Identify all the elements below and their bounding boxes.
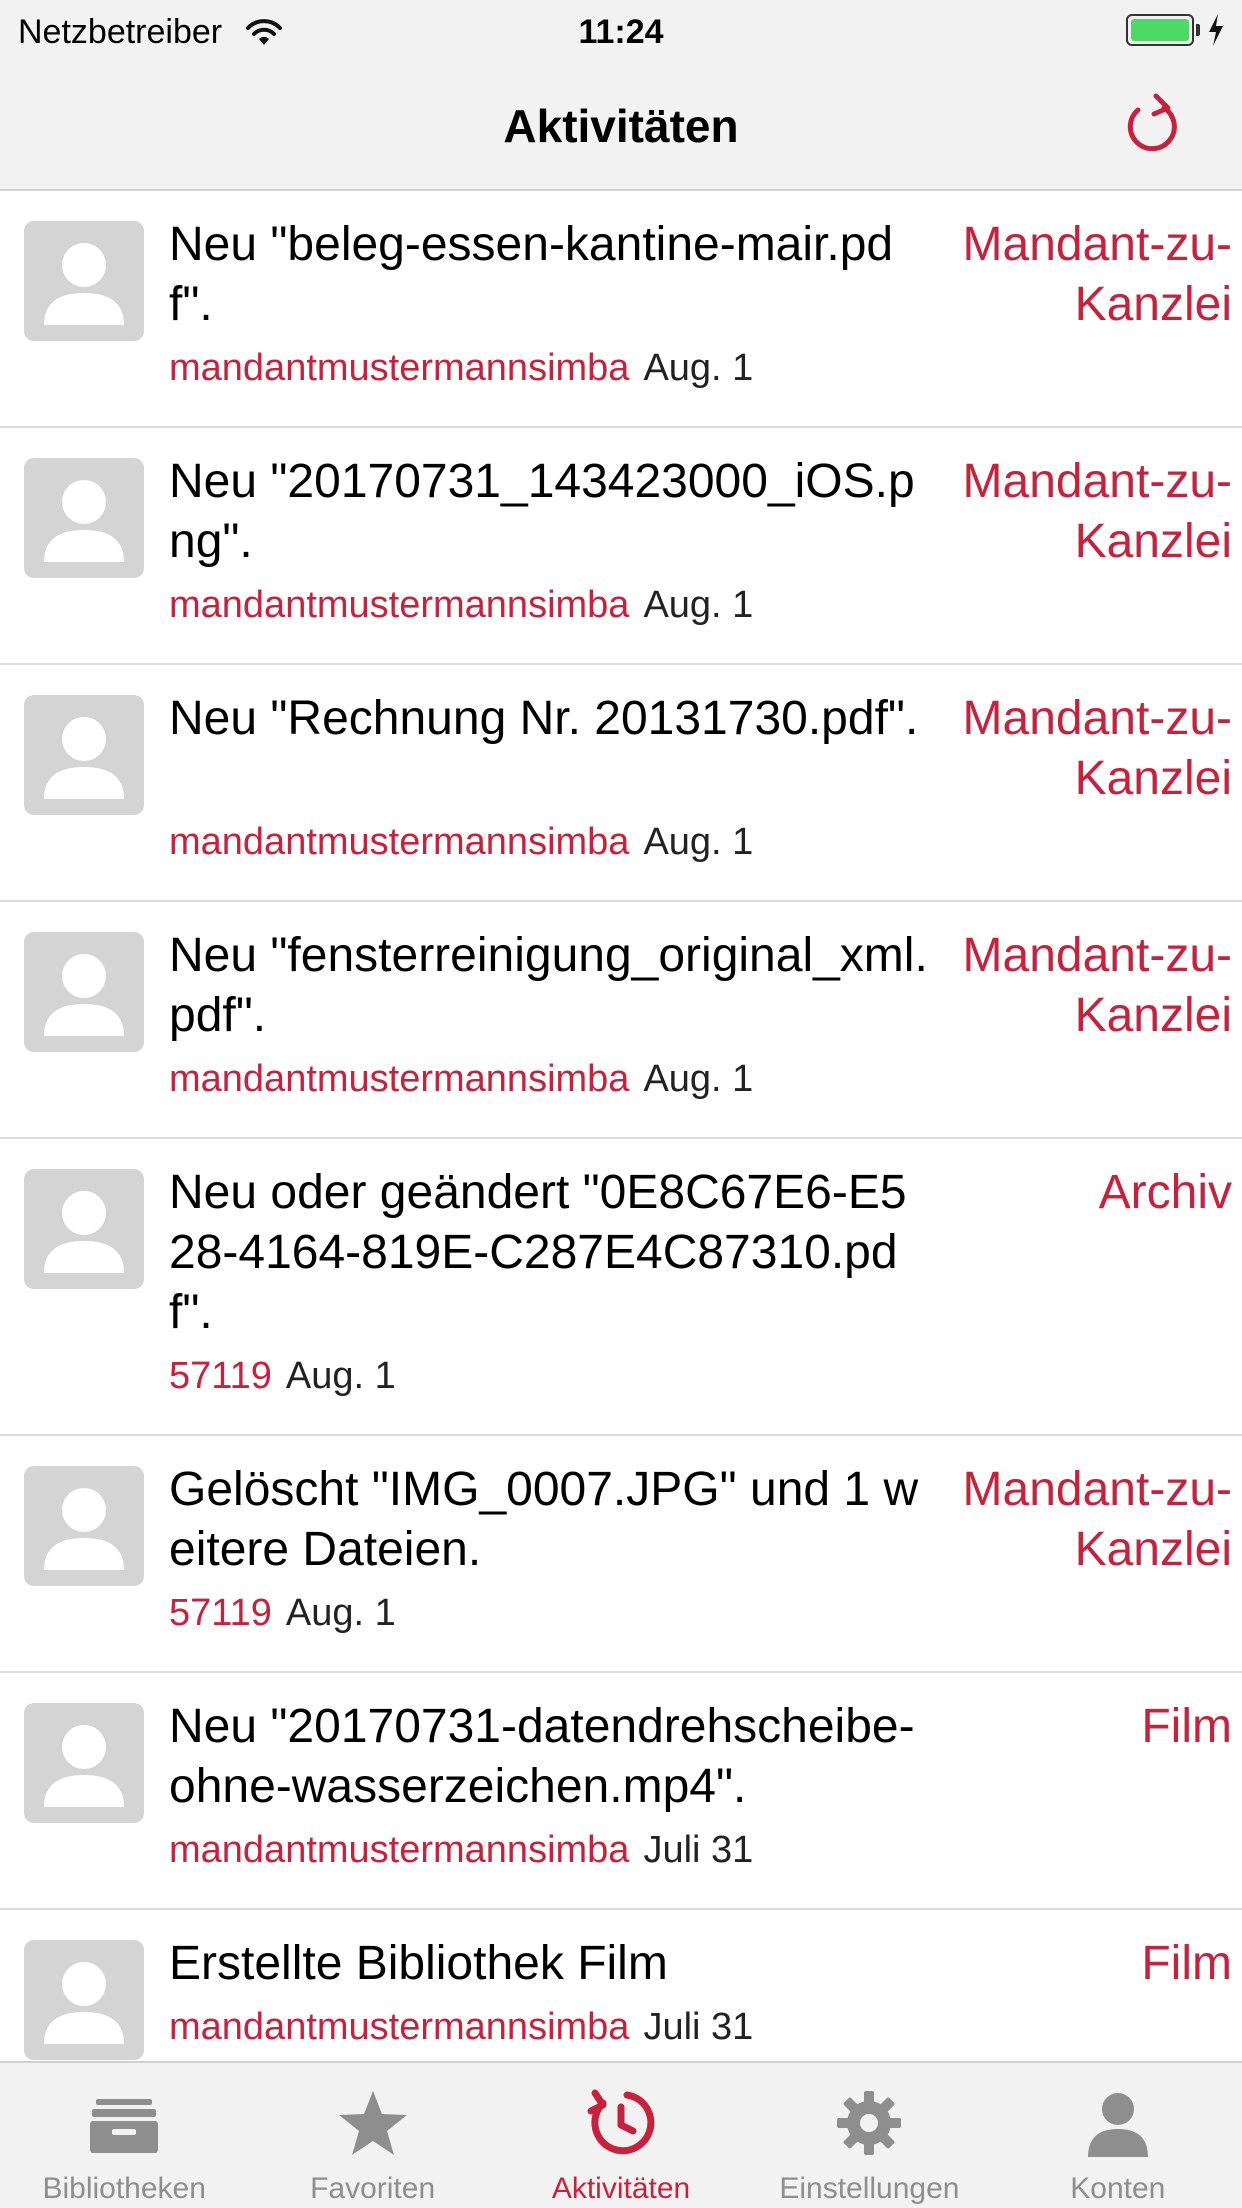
gear-icon — [837, 2091, 902, 2155]
activity-library: Mandant-zu-Kanzlei — [962, 692, 1232, 805]
avatar-icon — [24, 695, 144, 815]
activity-date: Aug. 1 — [285, 1592, 396, 1634]
activity-date: Aug. 1 — [285, 1355, 396, 1397]
library-icon — [90, 2099, 159, 2153]
tab-label: Aktivitäten — [551, 2172, 691, 2205]
activity-date: Juli 31 — [643, 1829, 754, 1871]
battery-icon — [1126, 14, 1194, 46]
activity-row[interactable]: Neu "Rechnung Nr. 20131730.pdf". mandantm… — [0, 665, 1242, 902]
battery-tip — [1196, 24, 1200, 36]
tab-label: Bibliotheken — [42, 2172, 206, 2205]
activity-date: Aug. 1 — [643, 821, 754, 863]
activity-meta: mandantmustermannsimba Aug. 1 — [169, 817, 753, 867]
activity-row[interactable]: Neu "20170731_143423000_iOS.png".mandant… — [0, 428, 1242, 665]
activity-user: mandantmustermannsimba — [169, 821, 630, 863]
tab-aktivitaeten[interactable]: Aktivitäten — [497, 2063, 745, 2208]
avatar-icon — [24, 221, 144, 341]
activity-user: mandantmustermannsimba — [169, 1829, 630, 1871]
activity-title: Neu "20170731_143423000_iOS.png". — [169, 455, 915, 568]
activity-list[interactable]: Neu "beleg-essen-kantine-mair.pdf". manda… — [0, 191, 1242, 2061]
activity-user: mandantmustermannsimba — [169, 2006, 630, 2048]
page-title: Aktivitäten — [503, 100, 739, 152]
refresh-icon[interactable] — [1116, 90, 1186, 160]
activity-date: Juli 31 — [643, 2006, 754, 2048]
activity-date: Aug. 1 — [643, 584, 754, 626]
avatar-icon — [24, 1703, 144, 1823]
activity-title: Gelöscht "IMG_0007.JPG" und 1 weitere Da… — [169, 1463, 919, 1576]
activity-user: 57119 — [169, 1355, 272, 1397]
activity-meta: mandantmustermannsimba Aug. 1 — [169, 1054, 753, 1104]
activity-user: mandantmustermannsimba — [169, 1058, 630, 1100]
activity-date: Aug. 1 — [643, 347, 754, 389]
activity-row[interactable]: Gelöscht "IMG_0007.JPG" und 1 weitere Da… — [0, 1436, 1242, 1673]
avatar-icon — [24, 932, 144, 1052]
activity-library: Archiv — [1098, 1166, 1232, 1219]
activity-title: Neu "beleg-essen-kantine-mair.pdf". — [169, 218, 894, 331]
avatar-icon — [24, 1169, 144, 1289]
activity-user: mandantmustermannsimba — [169, 584, 630, 626]
activity-meta: mandantmustermannsimba Aug. 1 — [169, 580, 753, 630]
battery-level — [1131, 19, 1189, 41]
activity-meta: mandantmustermannsimba Juli 31 — [169, 1825, 753, 1875]
activity-date: Aug. 1 — [643, 1058, 754, 1100]
activity-title: Neu "20170731-datendrehscheibe-ohne-wass… — [169, 1700, 915, 1813]
activity-icon — [587, 2089, 655, 2155]
avatar-icon — [24, 1940, 144, 2060]
activity-library: Mandant-zu-Kanzlei — [962, 929, 1232, 1042]
tab-label: Einstellungen — [779, 2172, 960, 2205]
account-icon — [1087, 2093, 1148, 2157]
star-icon — [338, 2091, 407, 2155]
activity-library: Mandant-zu-Kanzlei — [962, 1463, 1232, 1576]
tab-konten[interactable]: Konten — [994, 2063, 1242, 2208]
tab-bar: Bibliotheken Favoriten Aktivitäten Einst… — [0, 2061, 1242, 2208]
activity-row[interactable]: Neu "20170731-datendrehscheibe-ohne-wass… — [0, 1673, 1242, 1910]
activity-user: 57119 — [169, 1592, 272, 1634]
activity-meta: mandantmustermannsimba Aug. 1 — [169, 343, 753, 393]
tab-einstellungen[interactable]: Einstellungen — [745, 2063, 993, 2208]
tab-label: Konten — [1070, 2172, 1166, 2205]
activity-meta: 57119 Aug. 1 — [169, 1351, 396, 1401]
activity-library: Film — [1141, 1937, 1232, 1990]
status-time: 11:24 — [578, 13, 664, 51]
activity-title: Neu oder geändert "0E8C67E6-E528-4164-81… — [169, 1166, 907, 1339]
activity-meta: 57119 Aug. 1 — [169, 1588, 396, 1638]
avatar-icon — [24, 1466, 144, 1586]
activity-library: Film — [1141, 1700, 1232, 1753]
activity-title: Neu "Rechnung Nr. 20131730.pdf". — [169, 692, 919, 745]
activity-row[interactable]: Erstellte Bibliothek Film mandantmusterma… — [0, 1910, 1242, 2061]
activity-user: mandantmustermannsimba — [169, 347, 630, 389]
activity-meta: mandantmustermannsimba Juli 31 — [169, 2002, 753, 2052]
activity-row[interactable]: Neu "beleg-essen-kantine-mair.pdf". manda… — [0, 191, 1242, 428]
top-bar: Netzbetreiber 11:24 Aktivitäten — [0, 0, 1242, 191]
activity-library: Mandant-zu-Kanzlei — [962, 455, 1232, 568]
avatar-icon — [24, 458, 144, 578]
activity-row[interactable]: Neu "fensterreinigung_original_xml.pdf".… — [0, 902, 1242, 1139]
activity-title: Erstellte Bibliothek Film — [169, 1937, 668, 1990]
activity-title: Neu "fensterreinigung_original_xml.pdf". — [169, 929, 928, 1042]
tab-label: Favoriten — [310, 2172, 436, 2205]
tab-favoriten[interactable]: Favoriten — [248, 2063, 496, 2208]
tab-bibliotheken[interactable]: Bibliotheken — [0, 2063, 248, 2208]
charging-bolt-icon — [1209, 14, 1223, 46]
activity-library: Mandant-zu-Kanzlei — [962, 218, 1232, 331]
activity-row[interactable]: Neu oder geändert "0E8C67E6-E528-4164-81… — [0, 1139, 1242, 1436]
